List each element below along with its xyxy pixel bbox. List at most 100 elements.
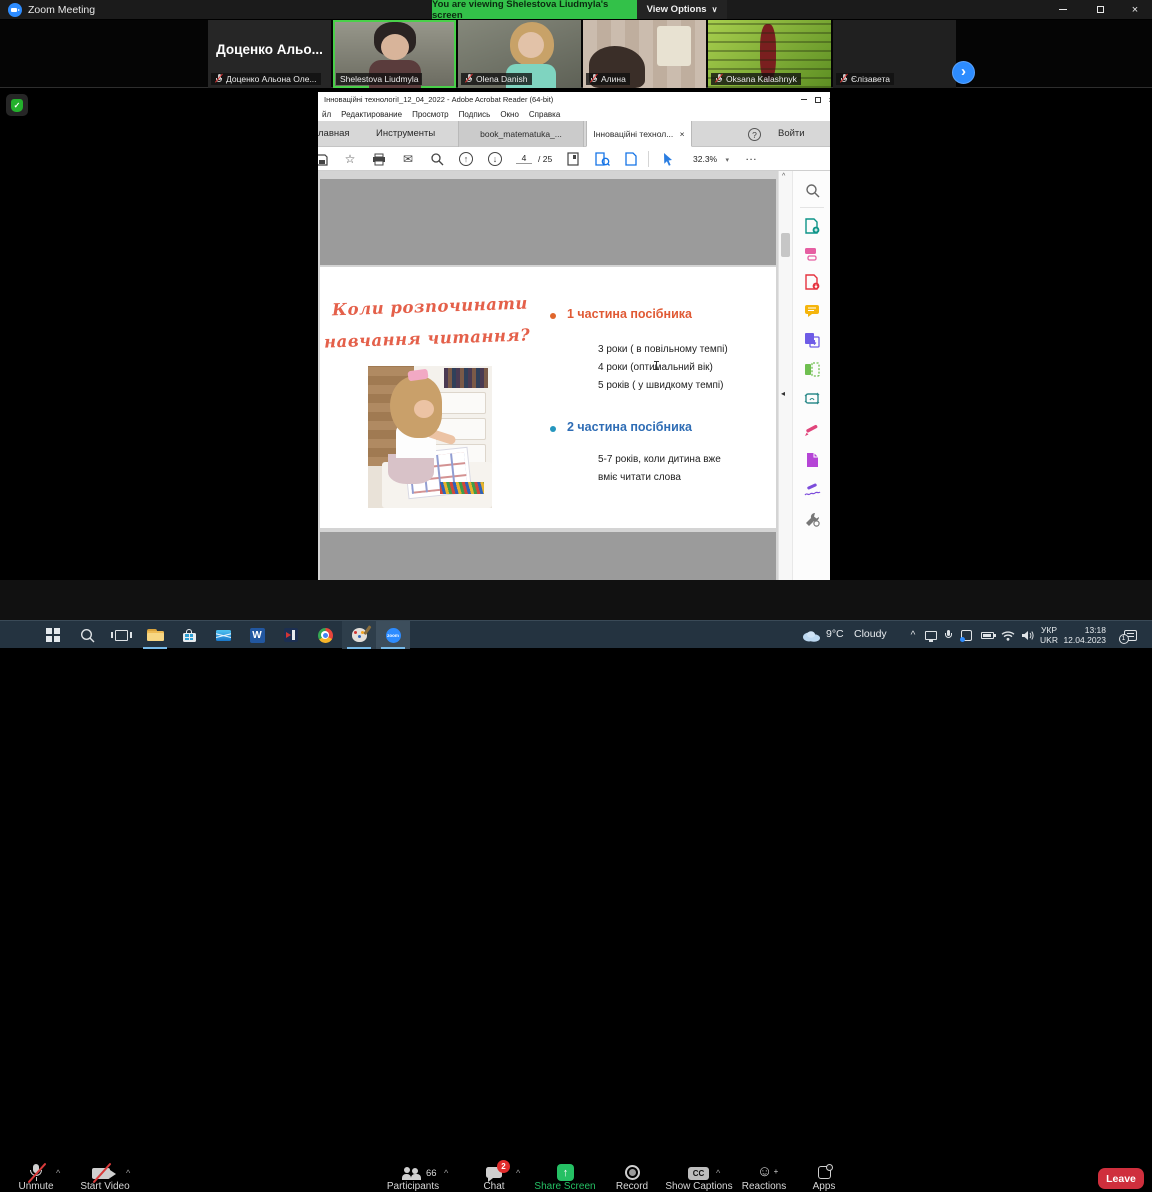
hidden-icons-chevron[interactable]: ^: [905, 621, 921, 649]
email-icon[interactable]: ✉: [400, 151, 416, 167]
apps-button[interactable]: Apps: [800, 1181, 848, 1192]
share-screen-button[interactable]: Share Screen: [532, 1181, 598, 1192]
start-video-button[interactable]: Start Video: [75, 1181, 135, 1192]
next-page-icon[interactable]: ↓: [487, 151, 503, 167]
help-icon[interactable]: ?: [748, 128, 761, 141]
paint-button[interactable]: [342, 621, 376, 649]
mail-button[interactable]: [206, 621, 240, 649]
audio-options-caret[interactable]: ^: [56, 1168, 60, 1178]
scan-ocr-icon[interactable]: [803, 360, 821, 378]
weather-temp[interactable]: 9°C: [826, 629, 844, 639]
tab-document-1[interactable]: book_matematuka_...: [458, 121, 584, 147]
collapse-panel-icon[interactable]: ◂: [781, 389, 785, 398]
store-button[interactable]: [172, 621, 206, 649]
more-tools-icon[interactable]: ···: [746, 147, 758, 171]
app-title: Zoom Meeting: [28, 0, 95, 20]
search-button[interactable]: [70, 621, 104, 649]
next-participants-button[interactable]: ›: [952, 61, 975, 84]
vertical-scrollbar[interactable]: ^ ◂: [778, 171, 792, 580]
comment-icon[interactable]: [803, 302, 821, 320]
security-shield-icon[interactable]: ✓: [6, 94, 28, 116]
menu-window[interactable]: Окно: [500, 110, 519, 119]
zoom-level-dropdown[interactable]: 32.3% ▾: [693, 147, 729, 171]
show-captions-button[interactable]: Show Captions: [662, 1181, 736, 1192]
notification-center-button[interactable]: 1: [1120, 621, 1140, 649]
sign-in-button[interactable]: Войти: [778, 121, 824, 147]
menu-view[interactable]: Просмотр: [412, 110, 449, 119]
menu-edit[interactable]: Редактирование: [341, 110, 402, 119]
participant-tile-dotsenko[interactable]: Доценко Альо... Доценко Альона Оле...: [208, 20, 331, 88]
task-view-button[interactable]: [104, 621, 138, 649]
weather-condition[interactable]: Cloudy: [854, 629, 887, 639]
slide-section2-title: 2 частина посібника: [567, 420, 692, 434]
participant-name-label: Shelestova Liudmyla: [340, 73, 418, 85]
chat-caret[interactable]: ^: [516, 1168, 520, 1178]
search-tools-icon[interactable]: [803, 181, 821, 199]
captions-caret[interactable]: ^: [716, 1168, 720, 1178]
participants-button[interactable]: Participants: [378, 1181, 448, 1192]
organize-pages-icon[interactable]: [803, 331, 821, 349]
maximize-button[interactable]: [1085, 0, 1115, 19]
acrobat-close-button[interactable]: ×: [823, 92, 830, 107]
search-icon[interactable]: [429, 151, 445, 167]
tab-document-2[interactable]: Інноваційні технол... ×: [586, 121, 692, 147]
battery-icon[interactable]: [978, 621, 997, 649]
abbyy-finereader-button[interactable]: [274, 621, 308, 649]
tab-tools[interactable]: Инструменты: [376, 121, 456, 147]
minimize-button[interactable]: [1048, 0, 1078, 19]
menu-help[interactable]: Справка: [529, 110, 560, 119]
view-options-button[interactable]: View Options ∨: [637, 0, 727, 19]
sign-icon[interactable]: [803, 481, 821, 499]
slide-list-item: 5 років ( у швидкому темпі): [598, 380, 723, 391]
close-button[interactable]: ×: [1120, 0, 1150, 19]
scrollbar-thumb[interactable]: [781, 233, 790, 257]
protect-stamp-icon[interactable]: [803, 389, 821, 407]
previous-page-icon[interactable]: ↑: [458, 151, 474, 167]
teams-tray-icon[interactable]: [958, 621, 974, 649]
print-icon[interactable]: [371, 151, 387, 167]
leave-button[interactable]: Leave: [1098, 1168, 1144, 1189]
select-tool-icon[interactable]: [660, 151, 676, 167]
participant-tile-olena[interactable]: Olena Danish: [458, 20, 581, 88]
create-page-icon[interactable]: [623, 151, 639, 167]
export-pdf-icon[interactable]: [594, 151, 610, 167]
record-button[interactable]: Record: [605, 1181, 659, 1192]
zoom-app-button[interactable]: zoom: [376, 621, 410, 649]
participant-tile-yelizaveta[interactable]: Єлізавета: [833, 20, 956, 88]
file-explorer-button[interactable]: [138, 621, 172, 649]
mic-muted-icon: [28, 1164, 44, 1181]
volume-icon[interactable]: [1018, 621, 1036, 649]
participant-tile-oksana[interactable]: Oksana Kalashnyk: [708, 20, 831, 88]
menu-file[interactable]: йл: [322, 110, 331, 119]
chrome-button[interactable]: [308, 621, 342, 649]
save-icon[interactable]: [318, 151, 329, 167]
slide-body-line: вміє читати слова: [598, 472, 681, 483]
scroll-up-icon[interactable]: ^: [782, 173, 785, 180]
page-number-input[interactable]: 4: [516, 153, 532, 164]
page-thumbnail-icon[interactable]: [565, 151, 581, 167]
tab-close-icon[interactable]: ×: [680, 129, 685, 139]
reactions-button[interactable]: Reactions: [732, 1181, 796, 1192]
mic-tray-icon[interactable]: [941, 621, 955, 649]
unmute-button[interactable]: Unmute: [8, 1181, 64, 1192]
combine-files-icon[interactable]: [803, 245, 821, 263]
wifi-icon[interactable]: [999, 621, 1016, 649]
star-icon[interactable]: ☆: [342, 151, 358, 167]
edit-pdf-icon[interactable]: [803, 451, 821, 469]
video-options-caret[interactable]: ^: [126, 1168, 130, 1178]
create-pdf-icon[interactable]: [803, 217, 821, 235]
zoom-titlebar: Zoom Meeting You are viewing Shelestova …: [0, 0, 1152, 20]
menu-sign[interactable]: Подпись: [459, 110, 491, 119]
participant-tile-shelestova[interactable]: Shelestova Liudmyla: [333, 20, 456, 88]
participant-tile-alina[interactable]: Алина: [583, 20, 706, 88]
start-button[interactable]: [36, 621, 70, 649]
word-button[interactable]: W: [240, 621, 274, 649]
display-tray-icon[interactable]: [922, 621, 940, 649]
chat-button[interactable]: Chat: [470, 1181, 518, 1192]
slide-body-line: 5-7 років, коли дитина вже: [598, 454, 721, 465]
more-tools-wrench-icon[interactable]: [803, 510, 821, 528]
export-pdf-tool-icon[interactable]: [803, 273, 821, 291]
tab-home[interactable]: лавная: [318, 121, 364, 147]
participants-caret[interactable]: ^: [444, 1168, 448, 1178]
fill-sign-icon[interactable]: [803, 421, 821, 439]
